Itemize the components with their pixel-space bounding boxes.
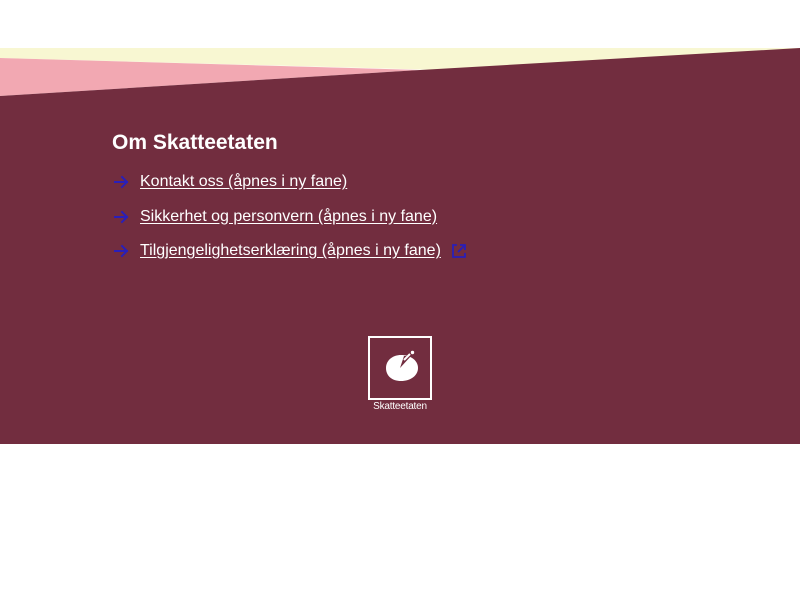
skatteetaten-logo-icon — [368, 336, 432, 400]
footer-content: Om Skatteetaten Kontakt oss (åpnes i ny … — [112, 130, 712, 274]
page: Om Skatteetaten Kontakt oss (åpnes i ny … — [0, 0, 800, 600]
skatteetaten-logo[interactable]: Skatteetaten — [368, 336, 432, 414]
external-link-icon — [452, 244, 466, 258]
arrow-right-icon — [114, 244, 129, 258]
contact-link[interactable]: Kontakt oss (åpnes i ny fane) — [140, 172, 347, 192]
footer-link-item-security: Sikkerhet og personvern (åpnes i ny fane… — [112, 205, 712, 229]
footer-link-item-contact: Kontakt oss (åpnes i ny fane) — [112, 170, 712, 194]
footer-link-list: Kontakt oss (åpnes i ny fane) Sikkerhet … — [112, 170, 712, 263]
arrow-right-icon — [114, 210, 129, 223]
footer-heading: Om Skatteetaten — [112, 131, 278, 154]
arrow-right-icon — [114, 175, 129, 189]
security-privacy-link[interactable]: Sikkerhet og personvern (åpnes i ny fane… — [140, 207, 437, 227]
site-footer: Om Skatteetaten Kontakt oss (åpnes i ny … — [0, 48, 800, 444]
logo-text: Skatteetaten — [373, 401, 427, 412]
footer-link-item-accessibility: Tilgjengelighetserklæring (åpnes i ny fa… — [112, 239, 712, 263]
accessibility-statement-link[interactable]: Tilgjengelighetserklæring (åpnes i ny fa… — [140, 241, 441, 261]
